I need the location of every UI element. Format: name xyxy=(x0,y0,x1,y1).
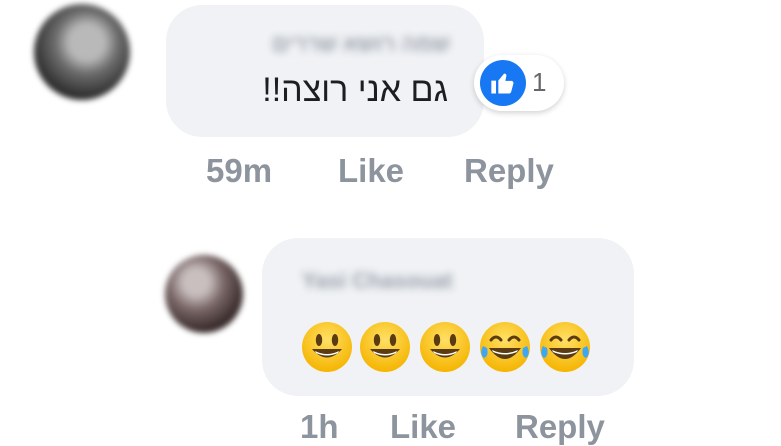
grinning-face-icon xyxy=(302,322,352,372)
tears-of-joy-icon xyxy=(540,322,590,372)
comment-bubble: שמה רושא שררים גם אני רוצה!! xyxy=(166,5,484,137)
comment-author[interactable]: שמה רושא שררים xyxy=(272,31,450,57)
comment-timestamp[interactable]: 1h xyxy=(300,408,339,446)
comment-timestamp[interactable]: 59m xyxy=(206,152,272,190)
reply-button[interactable]: Reply xyxy=(515,408,605,446)
like-button[interactable]: Like xyxy=(338,152,404,190)
comment-author[interactable]: Yasi Chasouat xyxy=(302,268,452,294)
grinning-face-icon xyxy=(420,322,470,372)
grinning-face-icon xyxy=(360,322,410,372)
like-thumb-icon xyxy=(480,60,526,106)
avatar[interactable] xyxy=(165,255,243,333)
avatar[interactable] xyxy=(34,4,130,100)
reaction-count: 1 xyxy=(532,67,547,97)
reply-button[interactable]: Reply xyxy=(464,152,554,190)
reaction-summary[interactable]: 1 xyxy=(474,55,564,111)
like-button[interactable]: Like xyxy=(390,408,456,446)
comment-bubble: Yasi Chasouat xyxy=(262,238,634,396)
tears-of-joy-icon xyxy=(480,322,530,372)
comment-text: גם אני רוצה!! xyxy=(262,71,448,109)
